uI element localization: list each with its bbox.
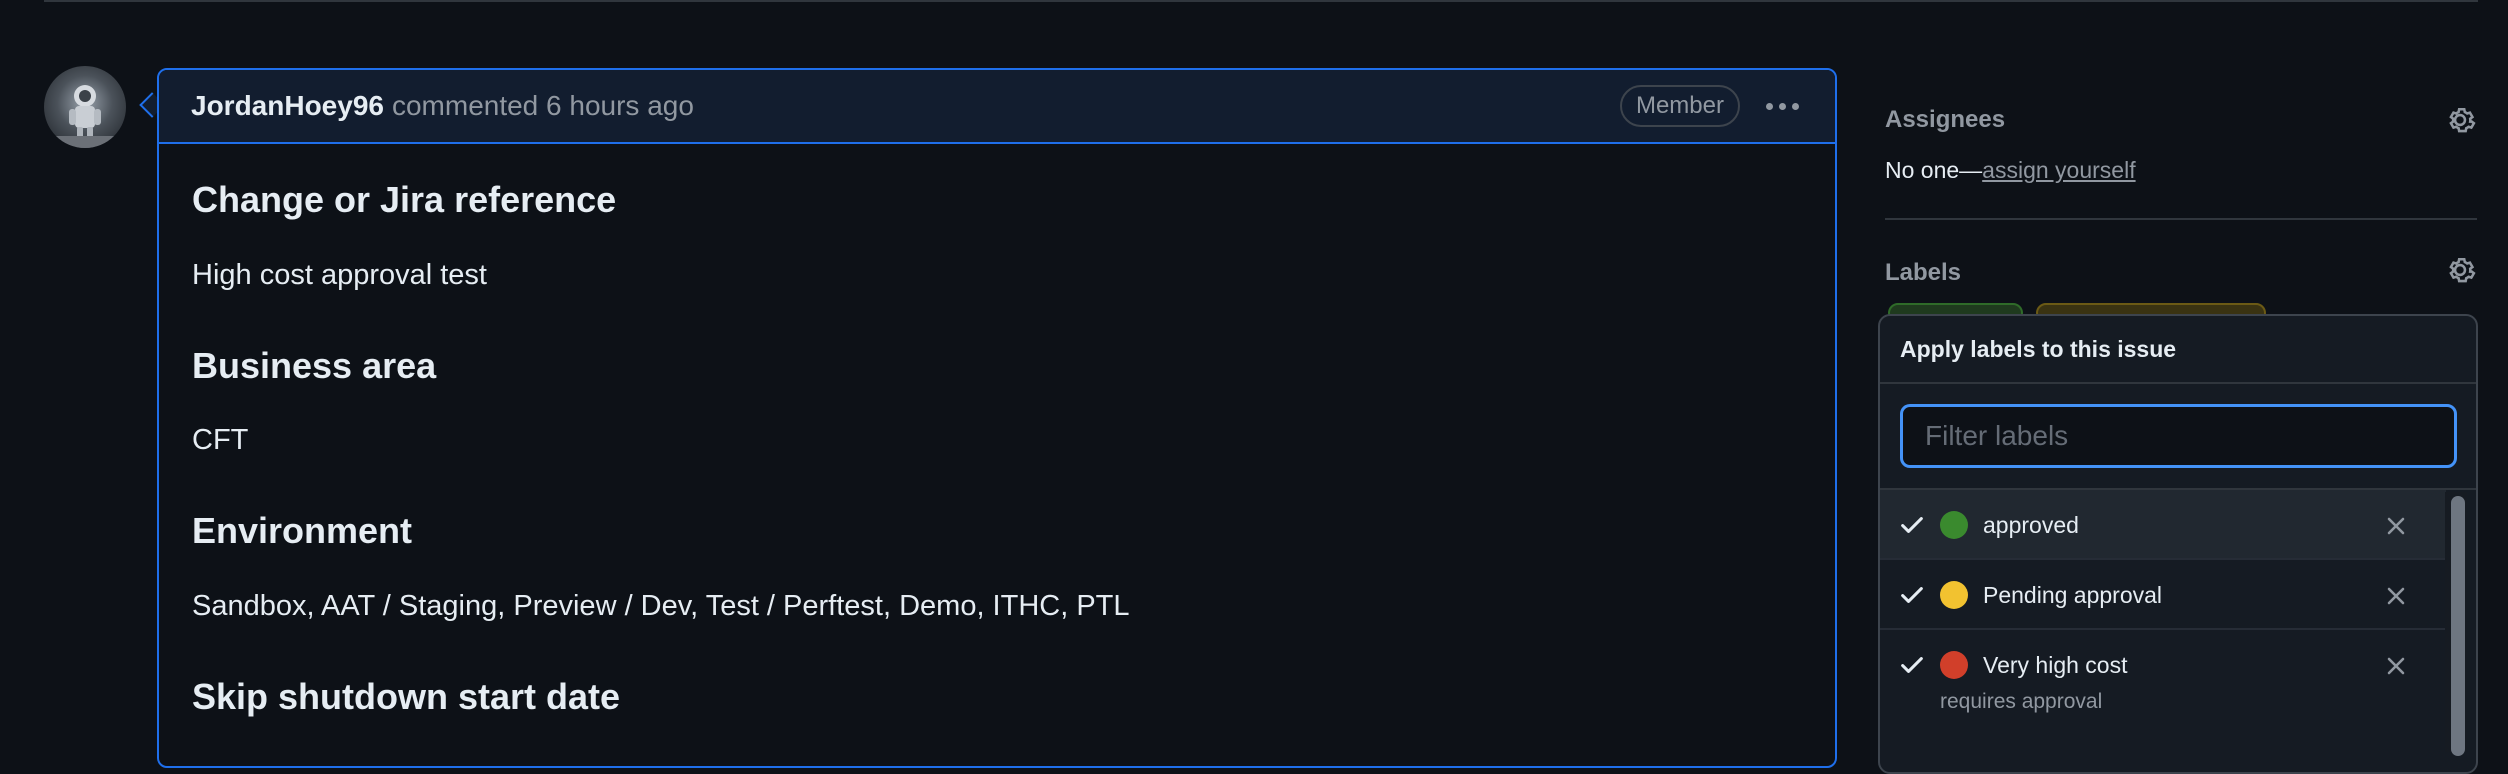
label-name: Pending approval — [1983, 582, 2163, 608]
label-name: approved — [1983, 512, 2079, 538]
section-body: Sandbox, AAT / Staging, Preview / Dev, T… — [192, 590, 1130, 622]
label-description: requires approval — [1940, 690, 2103, 713]
author-avatar[interactable] — [44, 66, 126, 148]
filter-wrap — [1880, 384, 2476, 490]
section-heading: Skip shutdown start date — [192, 676, 621, 717]
sidebar-divider — [1885, 218, 2477, 220]
comment-author-link[interactable]: JordanHoey96 — [191, 90, 384, 122]
assignees-heading: Assignees — [1885, 106, 2006, 133]
section-body: High cost approval test — [192, 259, 487, 291]
label-name: Very high cost — [1983, 652, 2128, 678]
check-icon — [1901, 657, 1923, 673]
label-color-swatch — [1940, 581, 1968, 609]
x-icon[interactable] — [2384, 654, 2408, 678]
section-heading: Business area — [192, 345, 437, 386]
labels-gear-icon[interactable] — [2443, 253, 2477, 287]
label-option-very-high-cost[interactable]: Very high cost requires approval — [1880, 630, 2446, 738]
x-icon[interactable] — [2384, 514, 2408, 538]
assignees-gear-icon[interactable] — [2443, 103, 2477, 137]
label-option-pending-approval[interactable]: Pending approval — [1880, 560, 2446, 630]
label-color-swatch — [1940, 651, 1968, 679]
kebab-horizontal-icon — [1766, 102, 1773, 110]
comment-header: JordanHoey96 commented 6 hours ago Membe… — [159, 70, 1835, 144]
labels-heading: Labels — [1885, 259, 1962, 286]
astronaut-avatar-image — [44, 85, 126, 148]
no-assignee-text: No one— — [1885, 157, 1983, 183]
filter-labels-input[interactable] — [1900, 404, 2457, 468]
label-color-swatch — [1940, 511, 1968, 539]
labels-select-menu: Apply labels to this issue approved Pend… — [1878, 314, 2478, 774]
comment-options-button[interactable] — [1762, 97, 1803, 116]
labels-list: approved Pending approval Very high cost… — [1880, 490, 2476, 738]
issue-comment: JordanHoey96 commented 6 hours ago Membe… — [157, 68, 1837, 768]
check-icon — [1901, 587, 1923, 603]
member-role-badge: Member — [1619, 85, 1740, 127]
labels-list-scrollbar-thumb[interactable] — [2451, 496, 2465, 756]
comment-timestamp[interactable]: commented 6 hours ago — [392, 90, 694, 122]
label-option-approved[interactable]: approved — [1880, 490, 2446, 560]
section-heading: Environment — [192, 510, 413, 551]
section-heading: Change or Jira reference — [192, 179, 617, 220]
assignees-value: No one—assign yourself — [1885, 157, 2136, 184]
section-body: CFT — [192, 424, 249, 456]
x-icon[interactable] — [2384, 584, 2408, 608]
check-icon — [1901, 517, 1923, 533]
assign-yourself-link[interactable]: assign yourself — [1982, 157, 2135, 183]
timeline-top-divider — [44, 0, 2478, 2]
labels-menu-title: Apply labels to this issue — [1880, 316, 2476, 384]
